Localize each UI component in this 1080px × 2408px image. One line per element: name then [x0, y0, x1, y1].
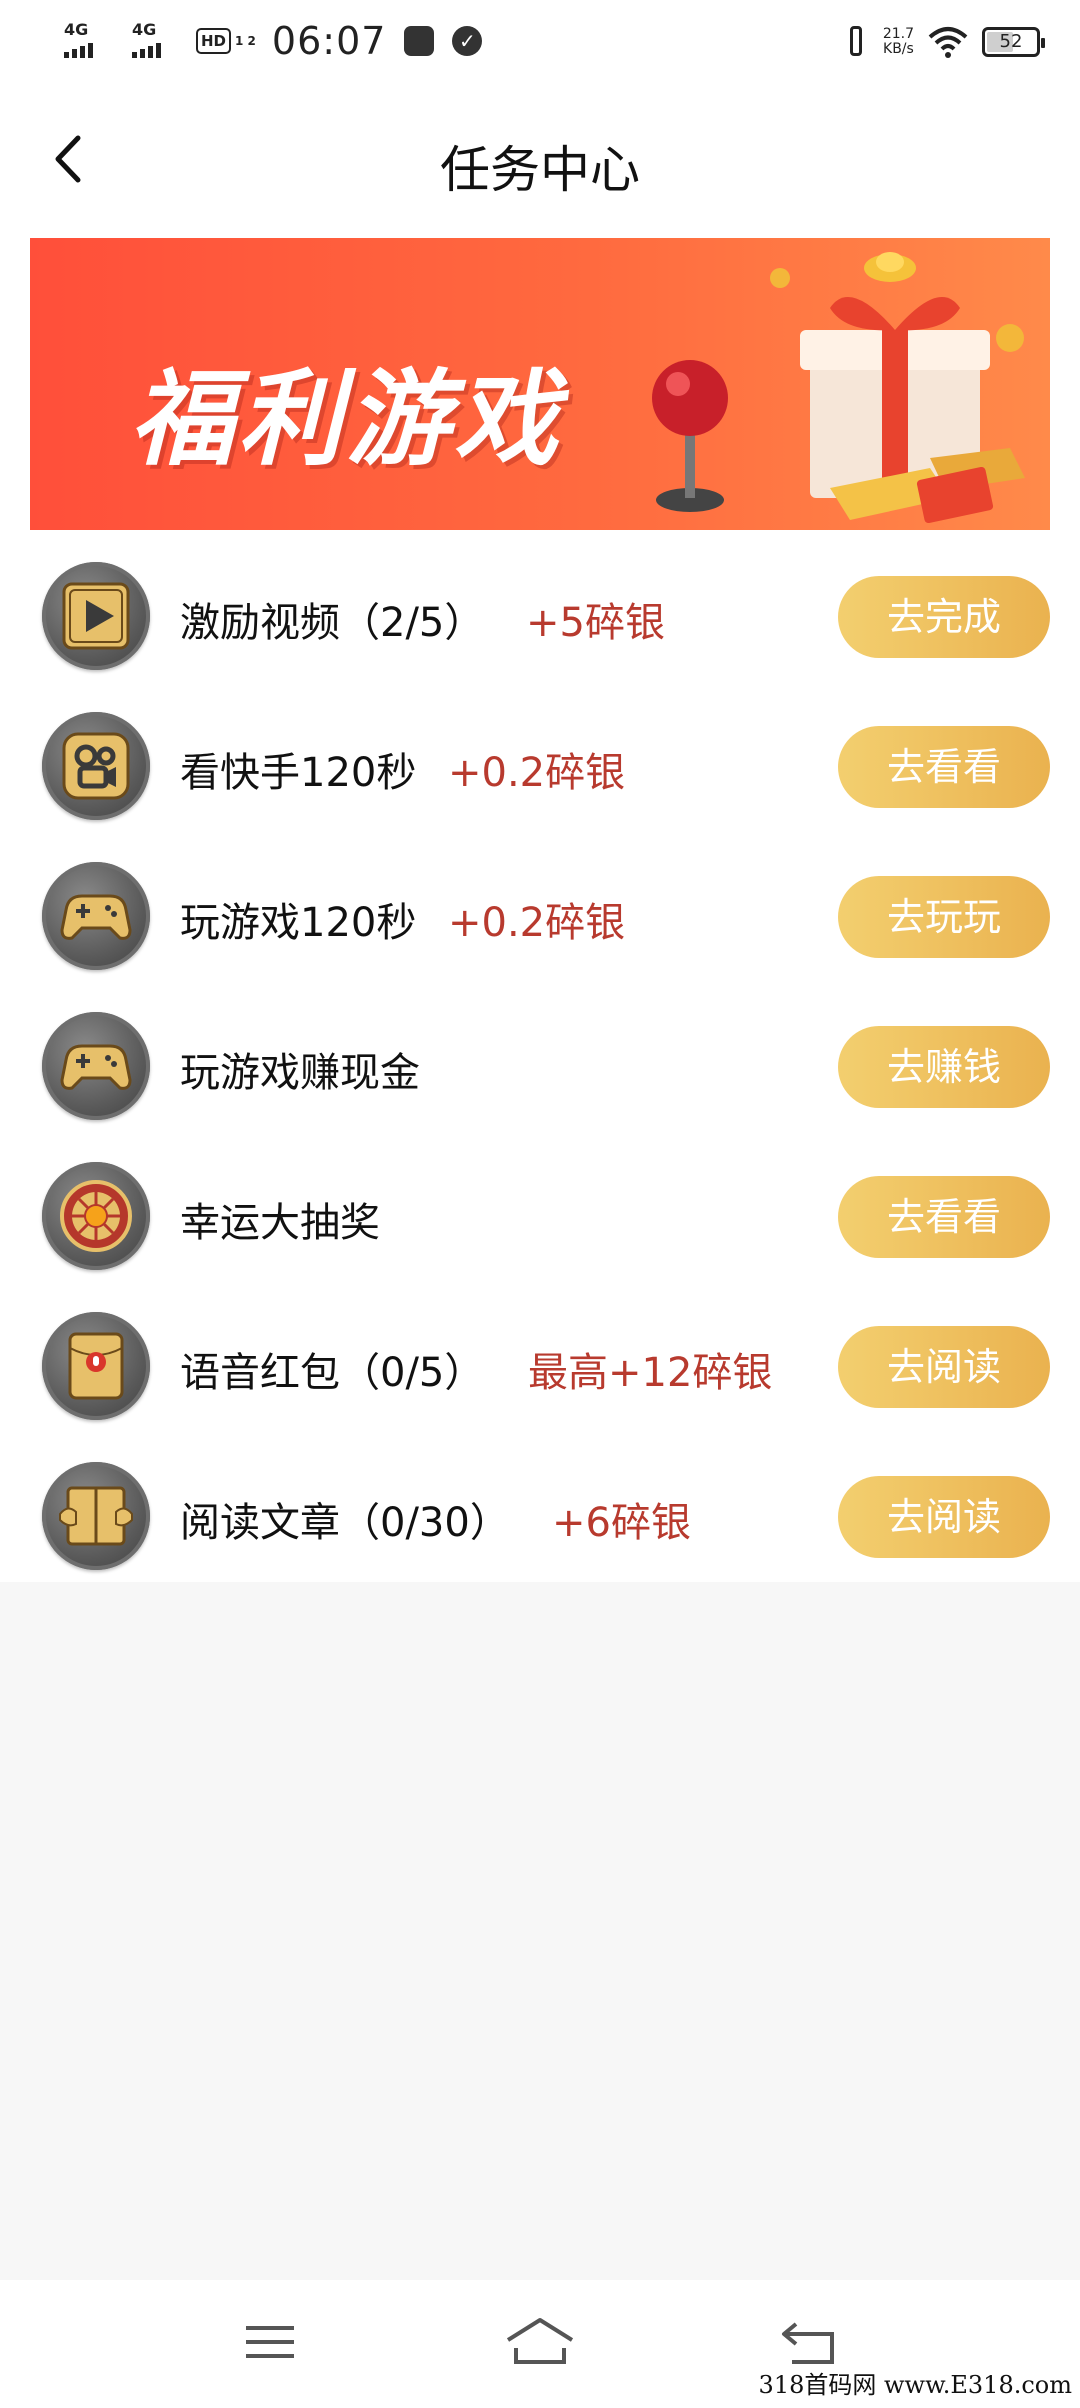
task-name: 激励视频（2/5）: [180, 600, 485, 646]
menu-icon[interactable]: [230, 2310, 310, 2374]
go-watch-button[interactable]: 去看看: [838, 726, 1050, 808]
watermark: 318首码网 www.E318.com: [758, 2371, 1072, 2399]
list-item: 看快手120秒 +0.2碎银 去看看: [0, 684, 1080, 834]
go-read-button[interactable]: 去阅读: [838, 1326, 1050, 1408]
list-item: 语音红包（0/5） 最高+12碎银 去阅读: [0, 1284, 1080, 1434]
check-circle-icon: ✓: [452, 26, 483, 56]
task-name: 阅读文章（0/30）: [180, 1500, 510, 1546]
gamepad-icon: [42, 1012, 150, 1120]
task-list: 激励视频（2/5） +5碎银 去完成 看快手120秒 +0.2碎银 去看看 玩游…: [0, 534, 1080, 1582]
list-item: 幸运大抽奖 去看看: [0, 1134, 1080, 1284]
status-bar: 4G 4G HD 1 2 06:07 ✓ 21.7 KB/s 52: [0, 0, 1080, 82]
banner-title: 福利游戏: [130, 358, 563, 480]
go-read-button[interactable]: 去阅读: [838, 1476, 1050, 1558]
list-item: 玩游戏赚现金 去赚钱: [0, 984, 1080, 1134]
battery-icon: 52: [982, 27, 1045, 57]
kuaishou-icon: [42, 712, 150, 820]
header: 任务中心: [0, 82, 1080, 234]
list-item: 玩游戏120秒 +0.2碎银 去玩玩: [0, 834, 1080, 984]
task-name: 看快手120秒: [180, 750, 417, 796]
list-item: 阅读文章（0/30） +6碎银 去阅读: [0, 1434, 1080, 1584]
system-nav-bar: 318首码网 www.E318.com: [0, 2280, 1080, 2408]
signal-label: 4G: [64, 20, 89, 39]
go-complete-button[interactable]: 去完成: [838, 576, 1050, 658]
task-name: 幸运大抽奖: [180, 1200, 380, 1246]
gift-joystick-illustration: [652, 252, 1025, 524]
task-reward: +6碎银: [552, 1500, 691, 1546]
app-notification-icon: [404, 26, 435, 56]
status-left: 4G 4G HD 1 2 06:07 ✓: [60, 18, 483, 64]
gamepad-icon: [42, 862, 150, 970]
hd-badge: HD: [196, 28, 232, 54]
signal-icon: 4G: [60, 18, 118, 64]
lucky-wheel-icon: [42, 1162, 150, 1270]
task-name: 语音红包（0/5）: [180, 1350, 485, 1396]
status-right: 21.7 KB/s 52: [843, 20, 1045, 64]
list-item: 激励视频（2/5） +5碎银 去完成: [0, 534, 1080, 684]
voice-redpacket-icon: [42, 1312, 150, 1420]
signal-label: 4G: [132, 20, 157, 39]
task-name: 玩游戏赚现金: [180, 1050, 420, 1096]
speed-value: 21.7: [882, 26, 914, 42]
page-title: 任务中心: [440, 141, 640, 199]
play-video-icon: [42, 562, 150, 670]
clock: 06:07: [271, 19, 387, 63]
wifi-icon: [928, 27, 968, 58]
task-reward: +5碎银: [526, 600, 665, 646]
signal-icon: 4G: [128, 18, 186, 64]
home-icon[interactable]: [500, 2310, 580, 2374]
banner-wrapper: 福利游戏: [0, 234, 1080, 534]
hd-sub: 1 2: [235, 34, 256, 48]
task-reward: +0.2碎银: [448, 900, 626, 946]
battery-level: 52: [999, 31, 1023, 52]
book-icon: [42, 1462, 150, 1570]
speed-unit: KB/s: [883, 41, 914, 57]
go-watch-button[interactable]: 去看看: [838, 1176, 1050, 1258]
network-speed: 21.7 KB/s: [883, 27, 914, 57]
vibrate-icon: [843, 24, 869, 60]
go-play-button[interactable]: 去玩玩: [838, 876, 1050, 958]
task-reward: +0.2碎银: [448, 750, 626, 796]
welfare-games-banner[interactable]: 福利游戏: [30, 238, 1050, 530]
task-name: 玩游戏120秒: [180, 900, 417, 946]
go-earn-button[interactable]: 去赚钱: [838, 1026, 1050, 1108]
task-reward: 最高+12碎银: [528, 1350, 773, 1396]
